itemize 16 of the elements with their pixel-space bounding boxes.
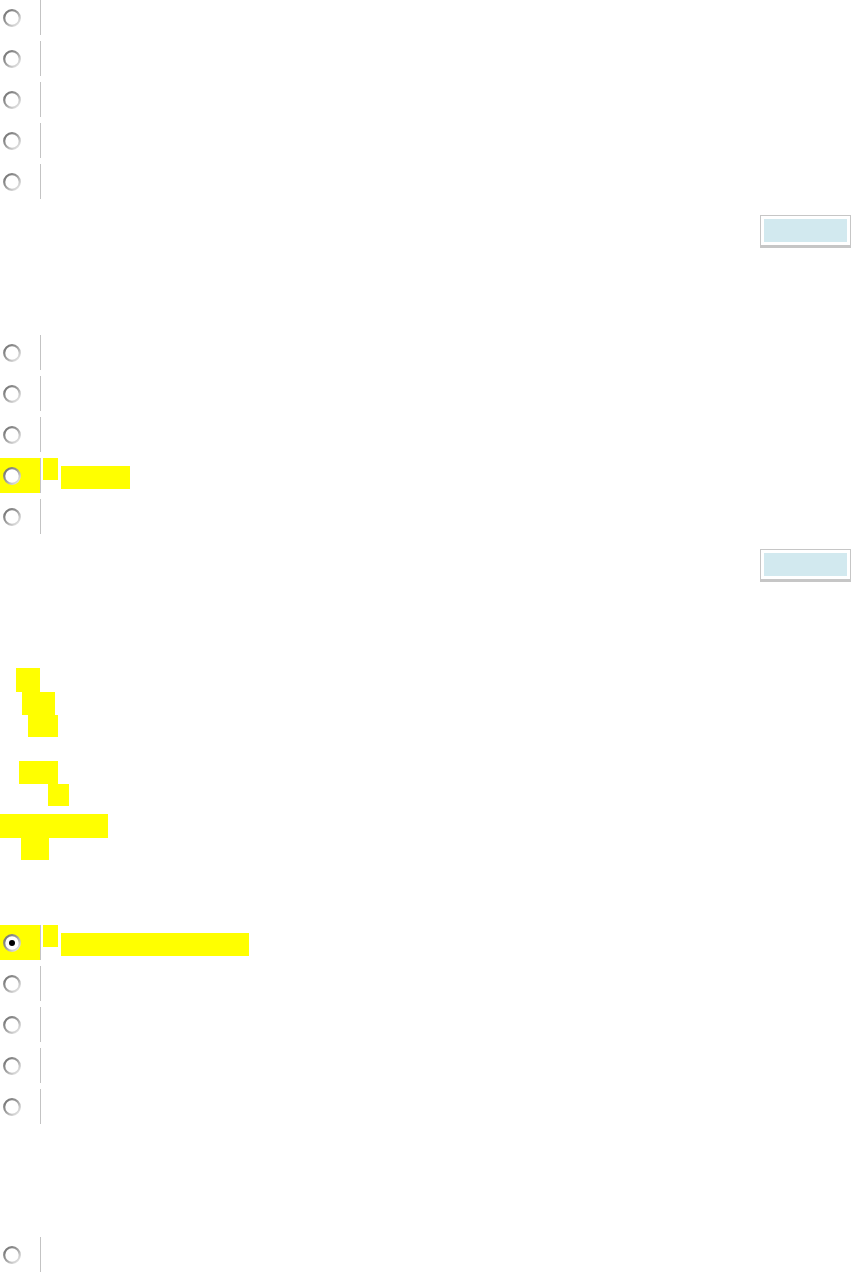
- radio-button[interactable]: [3, 384, 21, 403]
- radio-button[interactable]: [3, 974, 21, 993]
- radio-button[interactable]: [3, 49, 21, 68]
- radio-button[interactable]: [3, 933, 21, 952]
- radio-button[interactable]: [3, 1056, 21, 1075]
- radio-button[interactable]: [3, 131, 21, 150]
- radio-button[interactable]: [3, 425, 21, 444]
- radio-button[interactable]: [3, 1245, 21, 1264]
- radio-button[interactable]: [3, 507, 21, 526]
- radio-button[interactable]: [3, 343, 21, 362]
- radio-button[interactable]: [3, 172, 21, 191]
- radio-button[interactable]: [3, 8, 21, 27]
- radio-button[interactable]: [3, 1097, 21, 1116]
- radio-button[interactable]: [3, 1015, 21, 1034]
- radio-button[interactable]: [3, 466, 21, 485]
- radio-button[interactable]: [3, 90, 21, 109]
